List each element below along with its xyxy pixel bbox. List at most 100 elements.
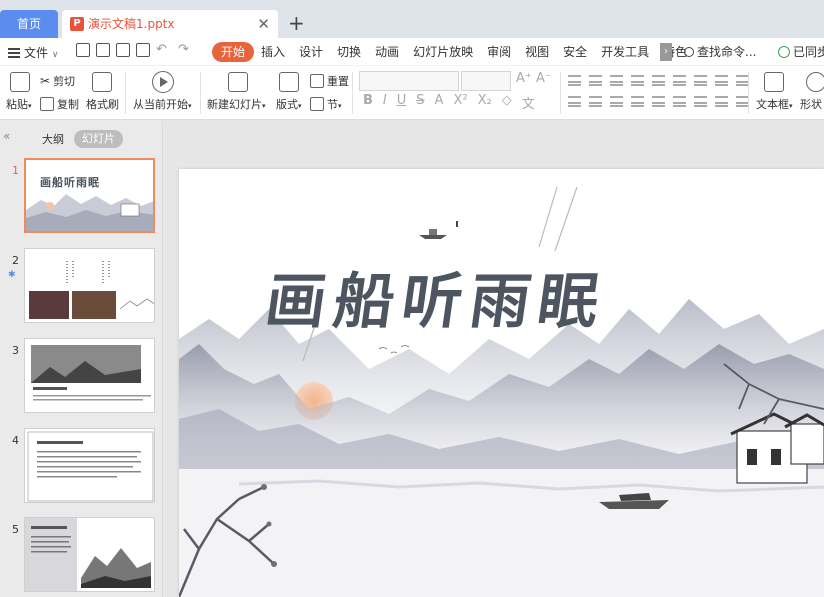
redo-icon[interactable]: ↷ — [178, 43, 194, 57]
file-menu-button[interactable]: 文件 ∨ — [8, 44, 58, 61]
textbox-button[interactable]: 文本框▾ — [756, 96, 793, 112]
paste-icon[interactable] — [10, 72, 30, 92]
slide-thumbnail-row[interactable]: 3 — [0, 338, 163, 416]
ribbon-tab-design[interactable]: 设计 — [292, 42, 330, 62]
ppt-file-icon: P — [70, 17, 84, 31]
slide-thumbnail-row[interactable]: 2 ✱ — [0, 248, 163, 326]
from-current-button[interactable]: 从当前开始▾ — [133, 96, 192, 112]
font-shrink-icon[interactable]: A⁻ — [536, 71, 552, 86]
strikethrough-icon[interactable]: S — [416, 93, 424, 112]
slide-thumbnail-3[interactable] — [24, 338, 155, 413]
font-format-row: B I U S A X² X₂ ◇ 文 — [363, 93, 535, 112]
sync-status[interactable]: 已同步 — [778, 42, 824, 62]
line-spacing-icon[interactable] — [673, 75, 686, 86]
bullets-icon[interactable] — [568, 75, 581, 86]
smartart-icon[interactable] — [715, 96, 728, 107]
new-slide-icon[interactable] — [228, 72, 248, 92]
animation-star-icon: ✱ — [8, 270, 16, 280]
increase-indent-icon[interactable] — [631, 75, 644, 86]
ribbon-tab-slideshow[interactable]: 幻灯片放映 — [406, 42, 480, 62]
vertical-align-icon[interactable] — [673, 96, 686, 107]
layout-button[interactable]: 版式▾ — [276, 96, 302, 112]
search-icon — [684, 47, 694, 57]
ribbon-tab-security[interactable]: 安全 — [556, 42, 594, 62]
ribbon-separator — [125, 72, 126, 114]
layout-label: 版式 — [276, 98, 298, 111]
dropdown-arrow-icon: ▾ — [338, 102, 342, 110]
command-search[interactable]: 查找命令... — [684, 42, 756, 62]
dropdown-arrow-icon: ▾ — [298, 102, 302, 110]
print-icon[interactable] — [116, 43, 130, 57]
layout-icon[interactable] — [279, 72, 299, 92]
close-tab-icon[interactable]: ✕ — [257, 16, 270, 32]
textbox-icon[interactable] — [764, 72, 784, 92]
text-direction-icon[interactable] — [652, 75, 665, 86]
new-tab-plus-icon[interactable]: + — [288, 12, 305, 34]
ribbon-tab-animation[interactable]: 动画 — [368, 42, 406, 62]
underline-icon[interactable]: U — [397, 93, 407, 112]
clear-format-icon[interactable]: ◇ — [502, 93, 512, 112]
decrease-indent-icon[interactable] — [610, 75, 623, 86]
menu-row: 文件 ∨ ↶ ↷ 开始 插入 设计 切换 动画 幻灯片放映 审阅 视图 安全 开… — [0, 38, 824, 66]
slide-editing-canvas[interactable]: 画船听雨眠 — [164, 121, 824, 597]
font-grow-icon[interactable]: A⁺ — [516, 71, 532, 86]
slide-thumbnail-row[interactable]: 5 — [0, 517, 163, 595]
thumbnail-content — [25, 518, 154, 591]
slide-thumbnail-row[interactable]: 4 — [0, 428, 163, 506]
font-size-select[interactable] — [461, 71, 511, 91]
align-center-icon[interactable] — [589, 96, 602, 107]
tab-outline[interactable]: 大纲 — [42, 131, 64, 147]
justify-icon[interactable] — [631, 96, 644, 107]
ribbon-tab-view[interactable]: 视图 — [518, 42, 556, 62]
format-painter-button[interactable]: 格式刷 — [86, 96, 119, 112]
bold-icon[interactable]: B — [363, 93, 373, 112]
tab-document[interactable]: P 演示文稿1.pptx ✕ — [62, 10, 278, 38]
copy-button[interactable]: 复制 — [40, 96, 79, 112]
tab-slides[interactable]: 幻灯片 — [74, 130, 123, 148]
subscript-icon[interactable]: X₂ — [478, 93, 492, 112]
play-slideshow-icon[interactable] — [152, 71, 174, 93]
slide-number: 5 — [12, 523, 19, 536]
slide-thumbnail-4[interactable] — [24, 428, 155, 503]
undo-icon[interactable]: ↶ — [156, 43, 172, 57]
section-button[interactable]: 节▾ — [310, 96, 342, 112]
slide-thumbnail-5[interactable] — [24, 517, 155, 592]
distribute-icon[interactable] — [652, 96, 665, 107]
slide-thumbnail-row[interactable]: 1 画船听雨眠 — [0, 158, 163, 236]
ribbon-tab-home[interactable]: 开始 — [212, 42, 255, 62]
reset-button[interactable]: 重置 — [310, 73, 349, 89]
save-icon[interactable] — [76, 43, 90, 57]
shape-button[interactable]: 形状 — [800, 96, 822, 112]
align-text-icon[interactable] — [694, 75, 707, 86]
slide-title[interactable]: 画船听雨眠 — [261, 253, 613, 340]
shape-icon[interactable] — [806, 72, 824, 92]
numbering-icon[interactable] — [589, 75, 602, 86]
superscript-icon[interactable]: X² — [453, 93, 467, 112]
font-color-icon[interactable]: A — [435, 93, 444, 112]
columns-icon[interactable] — [715, 75, 728, 86]
ribbon-tab-developer[interactable]: 开发工具 — [594, 42, 656, 62]
export-icon[interactable] — [96, 43, 110, 57]
ribbon-tab-transitions[interactable]: 切换 — [330, 42, 368, 62]
slide-thumbnail-2[interactable] — [24, 248, 155, 323]
cut-button[interactable]: ✂ 剪切 — [40, 73, 75, 89]
font-name-select[interactable] — [359, 71, 459, 91]
phonetic-icon[interactable]: 文 — [522, 93, 535, 112]
format-painter-icon[interactable] — [92, 72, 112, 92]
italic-icon[interactable]: I — [383, 93, 387, 112]
more-tabs-chevron-icon[interactable]: › — [660, 43, 672, 61]
ribbon-tab-insert[interactable]: 插入 — [254, 42, 292, 62]
current-slide[interactable]: 画船听雨眠 — [179, 169, 824, 597]
slide-thumbnail-1[interactable]: 画船听雨眠 — [24, 158, 155, 233]
text-fit-icon[interactable] — [694, 96, 707, 107]
paste-button[interactable]: 粘贴▾ — [6, 96, 32, 112]
align-left-icon[interactable] — [568, 96, 581, 107]
align-right-icon[interactable] — [610, 96, 623, 107]
ribbon-tab-review[interactable]: 审阅 — [480, 42, 518, 62]
cut-label: 剪切 — [53, 75, 76, 88]
new-slide-button[interactable]: 新建幻灯片▾ — [207, 96, 266, 112]
collapse-panel-icon[interactable]: « — [3, 129, 10, 143]
tab-home[interactable]: 首页 — [0, 10, 58, 38]
hamburger-icon — [8, 48, 20, 58]
preview-icon[interactable] — [136, 43, 150, 57]
